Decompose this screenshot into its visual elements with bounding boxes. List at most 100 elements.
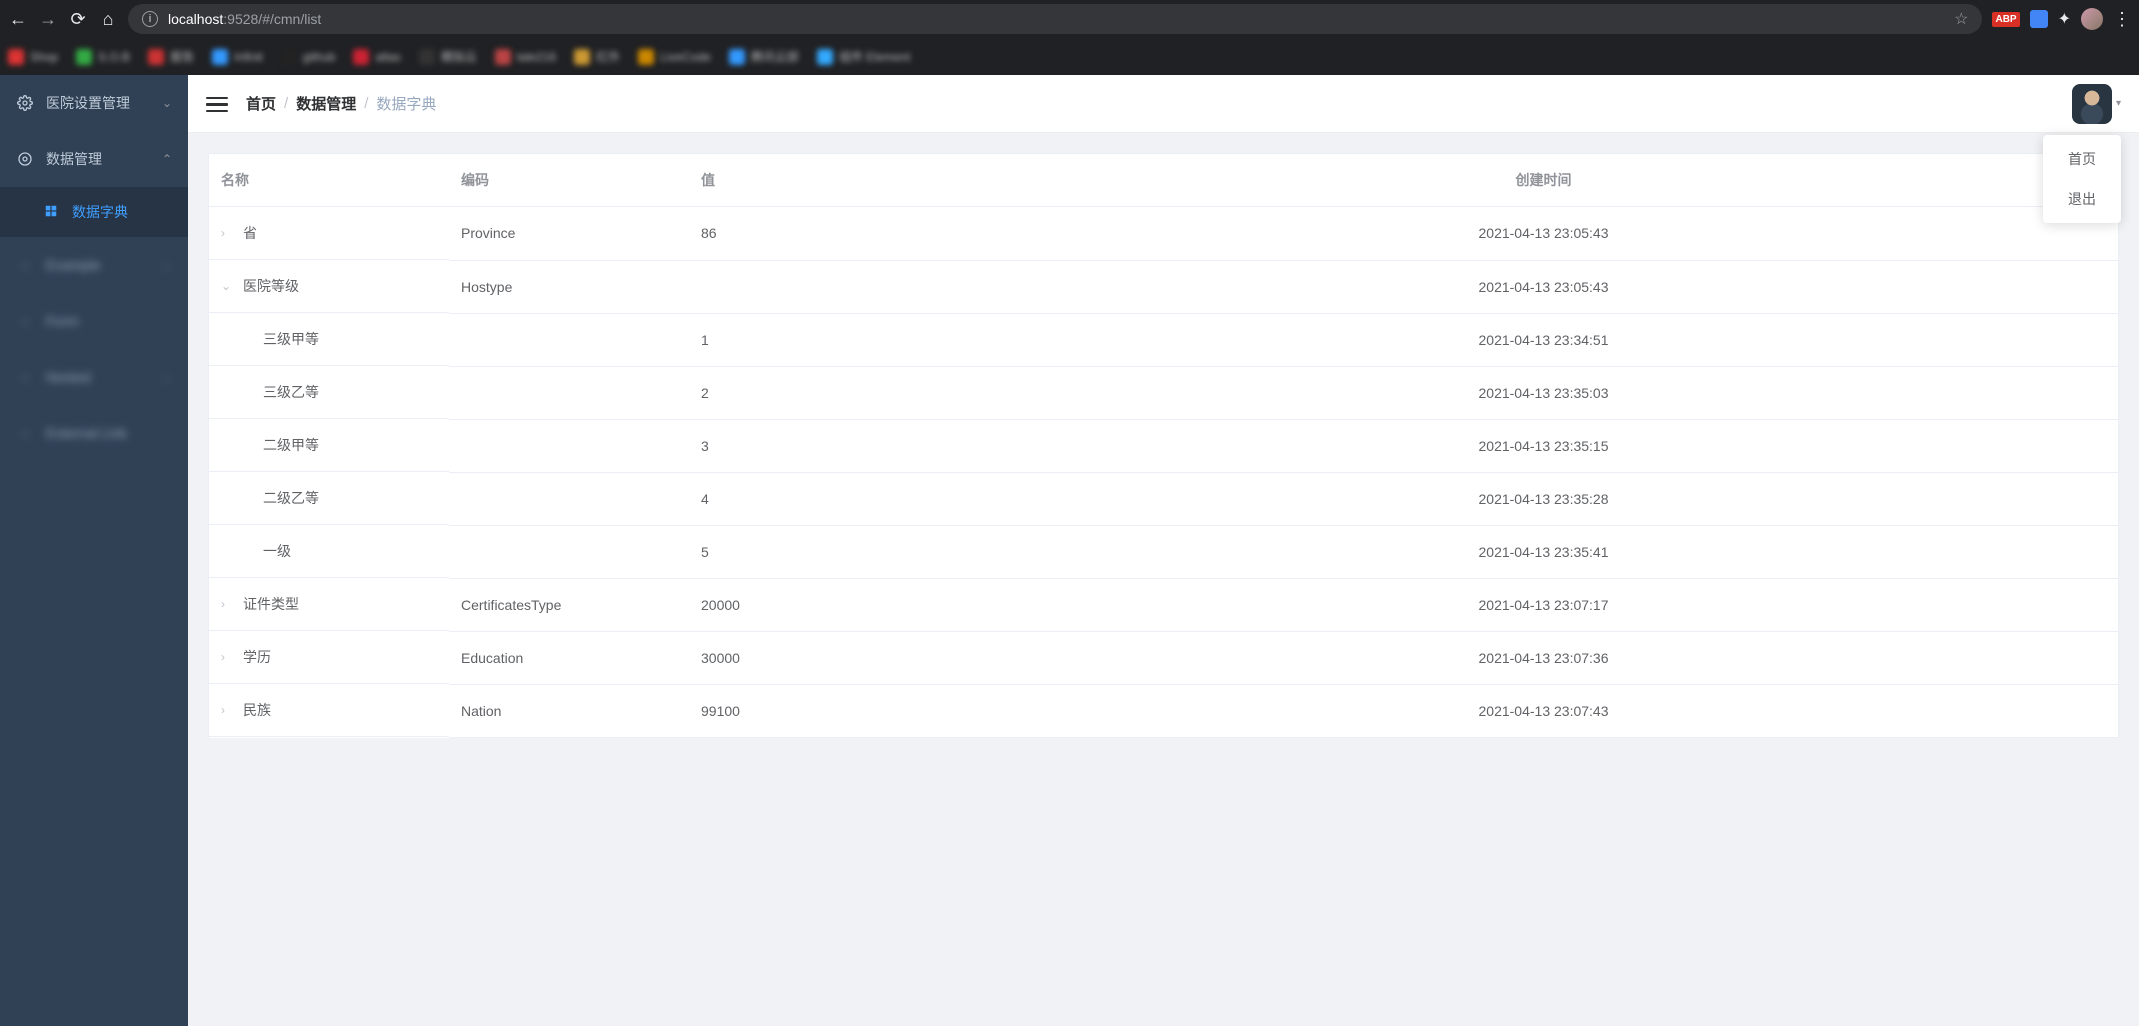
user-avatar-dropdown[interactable]: ▾ [2072, 84, 2121, 124]
cell-created: 2021-04-13 23:35:28 [969, 472, 2118, 525]
cell-name: 三级甲等 [263, 329, 319, 349]
cell-name: 民族 [243, 700, 271, 720]
table-icon [44, 204, 62, 221]
sidebar-item-label: External Link [46, 425, 127, 441]
cell-created: 2021-04-13 23:35:15 [969, 419, 2118, 472]
breadcrumb-sep: / [364, 95, 368, 112]
cell-value: 30000 [689, 631, 969, 684]
expand-icon[interactable]: › [221, 650, 235, 664]
sidebar-item-data-manage[interactable]: 数据管理 ⌃ [0, 131, 188, 187]
sidebar-item-hospital-settings[interactable]: 医院设置管理 ⌄ [0, 75, 188, 131]
cell-created: 2021-04-13 23:05:43 [969, 207, 2118, 261]
navbar: 首页 / 数据管理 / 数据字典 ▾ [188, 75, 2139, 133]
expand-icon [241, 332, 255, 346]
bookmarks-bar: Shop S.O.B 报告 Infinit github atlas 模拟云 t… [0, 38, 2139, 75]
table-row: ›学历Education300002021-04-13 23:07:36 [209, 631, 2118, 684]
expand-icon[interactable]: › [221, 703, 235, 717]
cell-code [449, 313, 689, 366]
sidebar-item-label: 数据字典 [72, 202, 128, 222]
nested-icon: ◌ [16, 368, 34, 386]
table-row: 三级乙等22021-04-13 23:35:03 [209, 366, 2118, 419]
home-icon[interactable]: ⌂ [98, 9, 118, 30]
sidebar-item-external-link[interactable]: ◌ External Link [0, 405, 188, 461]
cell-value [689, 260, 969, 313]
cell-created: 2021-04-13 23:35:03 [969, 366, 2118, 419]
breadcrumb: 首页 / 数据管理 / 数据字典 [246, 93, 436, 114]
cell-code: Nation [449, 684, 689, 737]
sidebar-item-form[interactable]: ◌ Form [0, 293, 188, 349]
forward-icon[interactable]: → [38, 9, 58, 30]
reload-icon[interactable]: ⟳ [68, 9, 88, 30]
cell-created: 2021-04-13 23:07:43 [969, 684, 2118, 737]
form-icon: ◌ [16, 312, 34, 330]
cell-created: 2021-04-13 23:35:41 [969, 525, 2118, 578]
data-dict-table: 名称 编码 值 创建时间 ›省Province862021-04-13 23:0… [208, 153, 2119, 738]
content-area: 名称 编码 值 创建时间 ›省Province862021-04-13 23:0… [188, 133, 2139, 1026]
expand-icon[interactable]: › [221, 226, 235, 240]
cell-value: 1 [689, 313, 969, 366]
profile-avatar-icon[interactable] [2081, 8, 2103, 30]
breadcrumb-data-manage[interactable]: 数据管理 [296, 93, 356, 114]
url-text: localhost:9528/#/cmn/list [168, 11, 321, 27]
breadcrumb-home[interactable]: 首页 [246, 93, 276, 114]
sidebar-item-label: Nested [46, 369, 90, 385]
cell-value: 3 [689, 419, 969, 472]
address-bar[interactable]: i localhost:9528/#/cmn/list ☆ [128, 4, 1982, 34]
cell-code: Province [449, 207, 689, 261]
browser-chrome: ← → ⟳ ⌂ i localhost:9528/#/cmn/list ☆ AB… [0, 0, 2139, 75]
ext-translate-icon[interactable] [2030, 10, 2048, 28]
sidebar-item-label: 医院设置管理 [46, 93, 130, 113]
bookmark-star-icon[interactable]: ☆ [1954, 9, 1968, 29]
sidebar-item-label: Example [46, 257, 100, 273]
back-icon[interactable]: ← [8, 9, 28, 30]
extensions-icon[interactable]: ✦ [2058, 9, 2071, 29]
ext-abp-icon[interactable]: ABP [1992, 12, 2019, 27]
cell-code [449, 472, 689, 525]
table-row: 二级乙等42021-04-13 23:35:28 [209, 472, 2118, 525]
cell-name: 省 [243, 223, 257, 243]
cell-name: 证件类型 [243, 594, 299, 614]
menu-icon: ◌ [16, 256, 34, 274]
dropdown-home[interactable]: 首页 [2043, 139, 2121, 179]
cell-created: 2021-04-13 23:34:51 [969, 313, 2118, 366]
table-row: 一级 52021-04-13 23:35:41 [209, 525, 2118, 578]
cell-name: 一级 [263, 541, 291, 561]
cell-value: 20000 [689, 578, 969, 631]
user-dropdown-menu: 首页 退出 [2043, 135, 2121, 223]
table-row: ⌄医院等级Hostype2021-04-13 23:05:43 [209, 260, 2118, 313]
browser-menu-icon[interactable]: ⋮ [2113, 9, 2131, 30]
gear-icon [16, 94, 34, 112]
expand-icon [241, 491, 255, 505]
cell-code [449, 366, 689, 419]
dropdown-logout[interactable]: 退出 [2043, 179, 2121, 219]
cell-code: Hostype [449, 260, 689, 313]
site-info-icon[interactable]: i [142, 11, 158, 27]
cell-name: 医院等级 [243, 276, 299, 296]
cell-name: 二级甲等 [263, 435, 319, 455]
th-code: 编码 [449, 154, 689, 207]
breadcrumb-current: 数据字典 [376, 93, 436, 114]
sidebar-item-example[interactable]: ◌ Example ⌄ [0, 237, 188, 293]
expand-icon [241, 544, 255, 558]
expand-icon[interactable]: › [221, 597, 235, 611]
chevron-down-icon: ⌄ [162, 258, 172, 272]
cell-code: Education [449, 631, 689, 684]
link-icon: ◌ [16, 424, 34, 442]
avatar-image [2072, 84, 2112, 124]
chevron-down-icon: ⌄ [162, 370, 172, 384]
cell-name: 三级乙等 [263, 382, 319, 402]
breadcrumb-sep: / [284, 95, 288, 112]
sidebar-subitem-data-dict[interactable]: 数据字典 [0, 187, 188, 237]
gear-icon [16, 150, 34, 168]
cell-value: 5 [689, 525, 969, 578]
collapse-icon[interactable]: ⌄ [221, 279, 235, 293]
cell-value: 99100 [689, 684, 969, 737]
th-created: 创建时间 [969, 154, 2118, 207]
sidebar-item-nested[interactable]: ◌ Nested ⌄ [0, 349, 188, 405]
hamburger-icon[interactable] [206, 93, 228, 115]
table-row: ›证件类型CertificatesType200002021-04-13 23:… [209, 578, 2118, 631]
table-row: 二级甲等 32021-04-13 23:35:15 [209, 419, 2118, 472]
sidebar: 医院设置管理 ⌄ 数据管理 ⌃ 数据字典 ◌ Example ⌄ ◌ Form … [0, 75, 188, 1026]
cell-value: 86 [689, 207, 969, 261]
cell-name: 二级乙等 [263, 488, 319, 508]
